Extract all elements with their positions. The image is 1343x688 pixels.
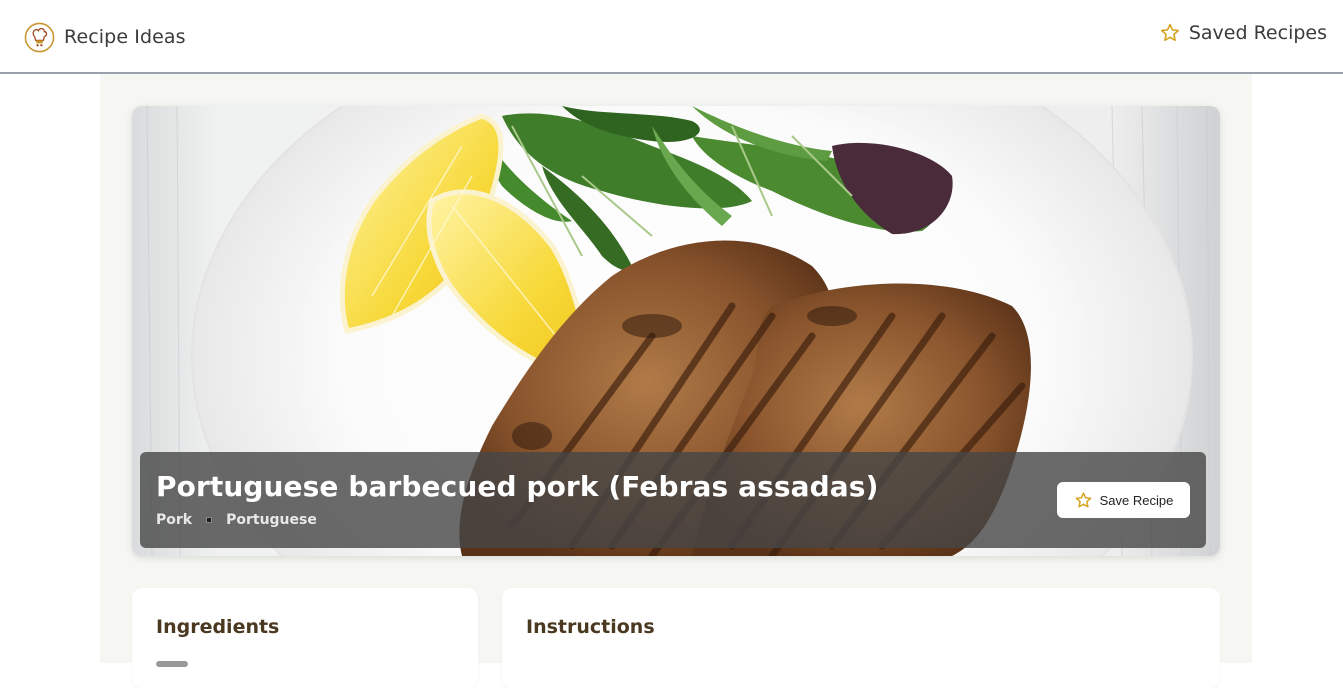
main-content: Portuguese barbecued pork (Febras assada… — [100, 74, 1252, 688]
top-navbar: Recipe Ideas Saved Recipes — [0, 0, 1343, 74]
recipe-hero: Portuguese barbecued pork (Febras assada… — [132, 106, 1220, 556]
star-outline-icon — [1160, 23, 1179, 42]
ingredients-card: Ingredients — [132, 588, 478, 688]
recipe-tags: Pork Portuguese — [156, 512, 317, 528]
brand-link[interactable]: Recipe Ideas — [24, 20, 186, 54]
recipe-title: Portuguese barbecued pork (Febras assada… — [156, 470, 879, 503]
ingredients-heading: Ingredients — [156, 616, 280, 638]
tag-category: Pork — [156, 512, 193, 528]
ingredient-checkbox[interactable] — [156, 661, 188, 667]
saved-recipes-link[interactable]: Saved Recipes — [1159, 22, 1327, 44]
recipe-title-overlay: Portuguese barbecued pork (Febras assada… — [140, 452, 1206, 548]
save-recipe-button[interactable]: Save Recipe — [1057, 482, 1190, 518]
saved-recipes-label: Saved Recipes — [1188, 22, 1327, 44]
brand-title: Recipe Ideas — [64, 26, 186, 48]
tag-separator — [206, 517, 213, 523]
chef-hat-logo-icon — [24, 22, 55, 52]
instructions-card: Instructions — [502, 588, 1220, 688]
instructions-heading: Instructions — [526, 616, 655, 638]
tag-cuisine: Portuguese — [226, 512, 317, 528]
star-outline-icon — [1075, 492, 1091, 507]
save-recipe-label: Save Recipe — [1099, 492, 1174, 508]
